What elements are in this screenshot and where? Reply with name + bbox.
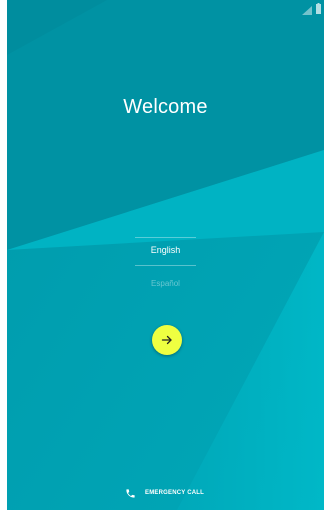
phone-icon (126, 488, 135, 498)
setup-screen: Welcome English Español EMERGENCY CALL (7, 0, 324, 510)
arrow-right-icon (161, 335, 172, 345)
language-option-espanol[interactable]: Español (135, 279, 196, 288)
signal-icon (302, 6, 312, 15)
battery-icon (316, 3, 321, 14)
picker-divider-bottom (135, 265, 196, 266)
next-button[interactable] (152, 325, 182, 355)
status-bar (7, 0, 324, 20)
emergency-call-label: EMERGENCY CALL (145, 490, 205, 496)
language-picker[interactable]: English Español (135, 237, 196, 299)
emergency-call-button[interactable]: EMERGENCY CALL (125, 486, 204, 500)
picker-divider-top (135, 237, 196, 238)
welcome-title: Welcome (123, 96, 208, 118)
language-option-english[interactable]: English (135, 245, 196, 255)
